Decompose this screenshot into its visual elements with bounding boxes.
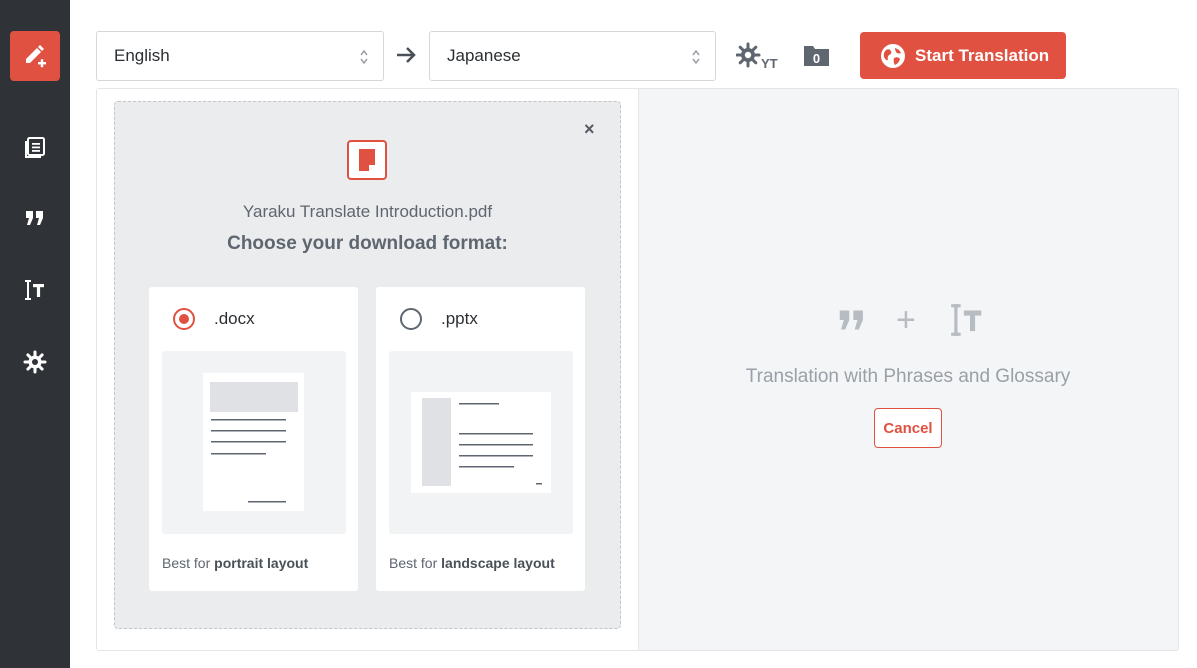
pptx-note: Best for landscape layout	[389, 555, 555, 571]
folder-count: 0	[812, 51, 821, 66]
pdf-file-icon	[347, 140, 387, 180]
download-format-dialog: × Yaraku Translate Introduction.pdf Choo…	[114, 101, 621, 629]
docx-label: .docx	[214, 309, 255, 328]
pencil-plus-icon	[26, 45, 46, 68]
format-option-docx[interactable]: .docx Best for portrait layout	[149, 287, 358, 591]
target-language-select[interactable]: Japanese	[429, 31, 716, 81]
close-icon[interactable]: ×	[584, 119, 595, 140]
portrait-preview	[162, 351, 346, 534]
plus-sign: +	[896, 301, 916, 339]
docx-note: Best for portrait layout	[162, 555, 308, 571]
sidebar-item-phrases[interactable]	[10, 193, 60, 243]
phrases-glossary-caption: Translation with Phrases and Glossary	[745, 366, 1071, 387]
folder-button[interactable]: 0	[803, 43, 830, 67]
start-translation-label: Start Translation	[915, 45, 1050, 65]
sidebar-item-glossary[interactable]	[10, 265, 60, 315]
quote-icon	[839, 310, 863, 330]
pptx-radio[interactable]	[400, 308, 422, 330]
app-window: English Japanese YT 0 Start Translation …	[0, 0, 1197, 668]
pptx-label: .pptx	[441, 309, 478, 328]
source-language-value: English	[114, 46, 170, 65]
glossary-icon	[951, 304, 982, 336]
quote-icon	[26, 211, 43, 225]
gear-icon	[23, 350, 47, 374]
dialog-heading: Choose your download format:	[227, 233, 508, 254]
document-pane: × Yaraku Translate Introduction.pdf Choo…	[97, 89, 639, 650]
source-language-select[interactable]: English	[96, 31, 384, 81]
portrait-document-illustration	[203, 373, 304, 511]
pptx-note-prefix: Best for	[389, 555, 442, 571]
globe-icon	[881, 43, 905, 68]
sidebar-item-documents[interactable]	[10, 122, 60, 172]
sidebar-item-settings[interactable]	[10, 337, 60, 387]
docx-note-prefix: Best for	[162, 555, 215, 571]
landscape-preview	[389, 351, 573, 534]
documents-icon	[25, 137, 45, 158]
sidebar-item-translate[interactable]	[10, 31, 60, 81]
start-translation-button[interactable]: Start Translation	[860, 32, 1066, 79]
select-updown-icon	[360, 49, 368, 65]
target-language-value: Japanese	[447, 46, 521, 65]
format-option-pptx[interactable]: .pptx Best for landscape layout	[376, 287, 585, 591]
sidebar	[0, 0, 70, 668]
cancel-button[interactable]: Cancel	[874, 408, 942, 448]
docx-note-bold: portrait layout	[214, 555, 309, 571]
translation-settings-button[interactable]: YT	[736, 42, 782, 71]
yt-badge: YT	[761, 56, 778, 71]
select-updown-icon	[692, 49, 700, 65]
landscape-slide-illustration	[411, 392, 551, 493]
arrow-right-icon	[397, 47, 416, 63]
phrases-glossary-icons: +	[836, 301, 988, 341]
dialog-filename: Yaraku Translate Introduction.pdf	[242, 202, 493, 221]
docx-radio[interactable]	[173, 308, 195, 330]
pptx-note-bold: landscape layout	[441, 555, 555, 571]
glossary-icon	[25, 280, 44, 300]
